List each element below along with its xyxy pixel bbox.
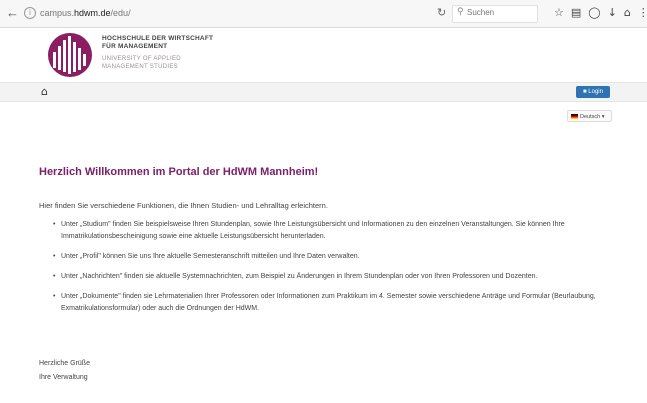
list-item: • Unter „Studium" finden Sie beispielswei… — [39, 219, 619, 243]
reload-icon[interactable]: ↻ — [437, 6, 446, 19]
url-suffix: /edu/ — [110, 8, 131, 18]
library-icon[interactable]: ▤ — [571, 6, 581, 19]
school-name-line2: FÜR MANAGEMENT — [102, 43, 168, 50]
list-item-text: Unter „Nachrichten" finden sie aktuelle … — [61, 273, 538, 280]
list-item-text: Unter „Dokumente" finden sie Lehrmateria… — [61, 293, 596, 312]
closing-greeting: Herzliche Grüße Ihre Verwaltung — [39, 357, 90, 385]
german-flag-icon — [571, 114, 578, 120]
page-title: Herzlich Willkommen im Portal der HdWM M… — [39, 166, 319, 178]
site-info-icon[interactable]: i — [24, 7, 36, 19]
bullet-icon: • — [53, 253, 56, 260]
list-item: • Unter „Profil" können Sie uns Ihre aktu… — [39, 251, 619, 263]
url-prefix: campus. — [40, 8, 75, 18]
search-icon: ⚲ — [457, 7, 464, 17]
intro-text: Hier finden Sie verschiedene Funktionen,… — [39, 201, 328, 210]
browser-toolbar-icons: ☆ ▤ ◯ ↓ ⌂ ⋮ — [554, 6, 647, 19]
school-name: HOCHSCHULE DER WIRTSCHAFT FÜR MANAGEMENT — [102, 35, 213, 51]
home-icon[interactable]: ⌂ — [41, 85, 48, 98]
greeting-line1: Herzliche Grüße — [39, 360, 90, 367]
menu-icon[interactable]: ⋮ — [638, 6, 647, 19]
login-label: Login — [588, 89, 603, 95]
back-arrow-icon[interactable]: ← — [6, 6, 19, 20]
pocket-icon[interactable]: ◯ — [588, 6, 600, 19]
bullet-icon: • — [53, 273, 56, 280]
url-bar[interactable]: campus.hdwm.de/edu/ — [40, 7, 131, 19]
browser-search-input[interactable] — [467, 8, 531, 17]
login-button[interactable]: ■ Login — [576, 86, 610, 98]
main-navbar: ⌂ ■ Login — [0, 82, 647, 102]
school-name-line1: HOCHSCHULE DER WIRTSCHAFT — [102, 35, 214, 42]
list-item-text: Unter „Studium" finden Sie beispielsweis… — [61, 221, 565, 240]
greeting-line2: Ihre Verwaltung — [39, 374, 88, 381]
browser-search-box[interactable]: ⚲ — [452, 5, 538, 23]
school-subtitle: UNIVERSITY OF APPLIED MANAGEMENT STUDIES — [102, 55, 181, 71]
hdwm-logo[interactable] — [45, 32, 95, 78]
star-icon[interactable]: ☆ — [554, 6, 564, 19]
language-label: Deutsch — [580, 114, 601, 120]
download-icon[interactable]: ↓ — [608, 6, 617, 19]
feature-list: • Unter „Studium" finden Sie beispielswei… — [39, 219, 619, 323]
url-domain: hdwm.de — [74, 8, 111, 18]
bullet-icon: • — [53, 293, 56, 300]
school-sub-line2: MANAGEMENT STUDIES — [102, 64, 178, 70]
school-sub-line1: UNIVERSITY OF APPLIED — [102, 56, 181, 62]
list-item: • Unter „Nachrichten" finden sie aktuelle… — [39, 271, 619, 283]
bullet-icon: • — [53, 221, 56, 228]
logo-mark-icon — [48, 33, 92, 77]
language-selector[interactable]: Deutsch ▾ — [567, 110, 612, 122]
home-icon[interactable]: ⌂ — [624, 6, 631, 19]
list-item: • Unter „Dokumente" finden sie Lehrmateri… — [39, 291, 619, 315]
browser-toolbar: ← i campus.hdwm.de/edu/ ↻ ⚲ ☆ ▤ ◯ ↓ ⌂ ⋮ — [0, 0, 647, 28]
list-item-text: Unter „Profil" können Sie uns Ihre aktue… — [61, 253, 360, 260]
